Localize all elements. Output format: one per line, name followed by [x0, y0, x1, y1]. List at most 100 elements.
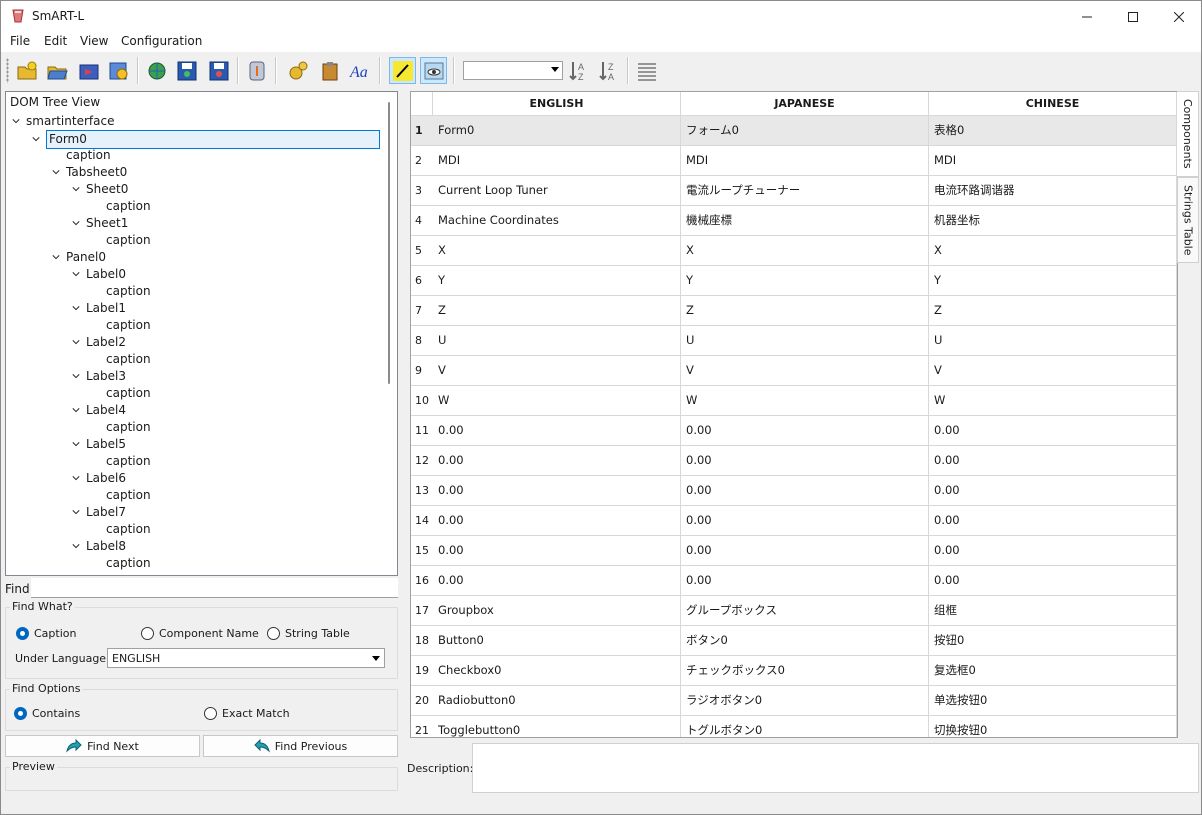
cell-chinese[interactable]: 0.00 [929, 446, 1177, 475]
cell-english[interactable]: 0.00 [433, 566, 681, 595]
gears-button[interactable] [284, 57, 311, 84]
cell-chinese[interactable]: MDI [929, 146, 1177, 175]
chevron-down-icon[interactable] [52, 253, 60, 261]
list-button[interactable] [633, 57, 660, 84]
tree-node[interactable]: Label1 [72, 300, 126, 317]
description-box[interactable] [472, 743, 1199, 793]
font-button[interactable]: Aa [346, 57, 373, 84]
tree-node[interactable]: Label5 [72, 436, 126, 453]
cell-japanese[interactable]: ボタン0 [681, 626, 929, 655]
cell-english[interactable]: V [433, 356, 681, 385]
column-header-chinese[interactable]: CHINESE [929, 92, 1177, 116]
cell-japanese[interactable]: MDI [681, 146, 929, 175]
cell-english[interactable]: W [433, 386, 681, 415]
tree-node[interactable]: Label0 [72, 266, 126, 283]
radio-exact-indicator[interactable] [204, 707, 217, 720]
table-row[interactable]: 13 0.00 0.00 0.00 [411, 476, 1177, 506]
radio-contains-indicator[interactable] [14, 707, 27, 720]
row-number[interactable]: 5 [411, 236, 432, 265]
strings-grid[interactable]: ENGLISH JAPANESE CHINESE 1 Form0 フォーム0 表格0 2… [410, 91, 1178, 738]
row-number[interactable]: 4 [411, 206, 432, 235]
menu-configuration[interactable]: Configuration [121, 34, 202, 48]
cell-english[interactable]: Y [433, 266, 681, 295]
row-number[interactable]: 3 [411, 176, 432, 205]
cell-japanese[interactable]: 機械座標 [681, 206, 929, 235]
cell-chinese[interactable]: U [929, 326, 1177, 355]
chevron-down-icon[interactable] [72, 338, 80, 346]
chevron-down-icon[interactable] [12, 117, 20, 125]
table-row[interactable]: 9VVV [411, 356, 1177, 386]
column-header-japanese[interactable]: JAPANESE [681, 92, 929, 116]
cell-japanese[interactable]: 0.00 [681, 536, 929, 565]
cell-japanese[interactable]: U [681, 326, 929, 355]
column-header-english[interactable]: ENGLISH [433, 92, 681, 116]
chevron-down-icon[interactable] [32, 135, 40, 143]
row-number[interactable]: 15 [411, 536, 432, 565]
cell-chinese[interactable]: 0.00 [929, 416, 1177, 445]
cell-japanese[interactable]: Z [681, 296, 929, 325]
tree-node[interactable]: Label7 [72, 504, 126, 521]
row-number[interactable]: 1 [411, 116, 432, 145]
table-row[interactable]: 20 Radiobutton0 ラジオボタン0 单选按钮0 [411, 686, 1177, 716]
find-next-button[interactable]: Find Next [5, 735, 200, 757]
cell-japanese[interactable]: フォーム0 [681, 116, 929, 145]
row-number[interactable]: 19 [411, 656, 432, 685]
table-row[interactable]: 17 Groupbox グループボックス 组框 [411, 596, 1177, 626]
menu-view[interactable]: View [80, 34, 108, 48]
save-globe-button[interactable] [205, 57, 232, 84]
cell-english[interactable]: Machine Coordinates [433, 206, 681, 235]
row-number[interactable]: 6 [411, 266, 432, 295]
cell-english[interactable]: Button0 [433, 626, 681, 655]
cell-english[interactable]: 0.00 [433, 416, 681, 445]
table-row[interactable]: 7ZZZ [411, 296, 1177, 326]
cell-english[interactable]: Form0 [433, 116, 681, 145]
row-number[interactable]: 12 [411, 446, 432, 475]
table-row[interactable]: 11 0.00 0.00 0.00 [411, 416, 1177, 446]
cell-japanese[interactable]: ラジオボタン0 [681, 686, 929, 715]
row-number[interactable]: 8 [411, 326, 432, 355]
cell-chinese[interactable]: 0.00 [929, 566, 1177, 595]
menu-edit[interactable]: Edit [44, 34, 67, 48]
cell-japanese[interactable]: X [681, 236, 929, 265]
export-button[interactable] [75, 57, 102, 84]
settings-list-button[interactable] [105, 57, 132, 84]
table-row[interactable]: 21 Togglebutton0 トグルボタン0 切换按钮0 [411, 716, 1177, 737]
tree-node[interactable]: Label2 [72, 334, 126, 351]
chevron-down-icon[interactable] [72, 542, 80, 550]
tree-node[interactable]: Sheet0 [72, 181, 128, 198]
chevron-down-icon[interactable] [52, 168, 60, 176]
tree-node[interactable]: Label6 [72, 470, 126, 487]
row-number[interactable]: 17 [411, 596, 432, 625]
row-number[interactable]: 20 [411, 686, 432, 715]
cell-japanese[interactable]: グループボックス [681, 596, 929, 625]
tree-node[interactable]: caption [106, 317, 151, 334]
open-button[interactable] [13, 57, 40, 84]
tree-node[interactable]: Label8 [72, 538, 126, 555]
cell-english[interactable]: Radiobutton0 [433, 686, 681, 715]
chevron-down-icon[interactable] [72, 372, 80, 380]
table-row[interactable]: 8UUU [411, 326, 1177, 356]
tree-node[interactable]: Label4 [72, 402, 126, 419]
radio-component-name[interactable]: Component Name [141, 627, 259, 640]
tree-node[interactable]: Label3 [72, 368, 126, 385]
radio-contains[interactable]: Contains [14, 707, 80, 720]
preview-eye-button[interactable] [420, 57, 447, 84]
cell-japanese[interactable]: V [681, 356, 929, 385]
info-button[interactable] [243, 57, 270, 84]
cell-chinese[interactable]: 0.00 [929, 536, 1177, 565]
chevron-down-icon[interactable] [72, 474, 80, 482]
cell-japanese[interactable]: チェックボックス0 [681, 656, 929, 685]
tree-node[interactable]: smartinterface [12, 113, 114, 130]
cell-japanese[interactable]: 0.00 [681, 566, 929, 595]
row-number[interactable]: 7 [411, 296, 432, 325]
row-number[interactable]: 14 [411, 506, 432, 535]
table-row[interactable]: 10 W W W [411, 386, 1177, 416]
tree-node[interactable]: Sheet1 [72, 215, 128, 232]
cell-english[interactable]: Togglebutton0 [433, 716, 681, 737]
tree-node[interactable]: Panel0 [52, 249, 106, 266]
minimize-button[interactable] [1064, 1, 1110, 32]
edit-pen-button[interactable] [389, 57, 416, 84]
close-button[interactable] [1156, 1, 1202, 32]
toolbar-combo[interactable] [463, 61, 563, 80]
chevron-down-icon[interactable] [72, 219, 80, 227]
